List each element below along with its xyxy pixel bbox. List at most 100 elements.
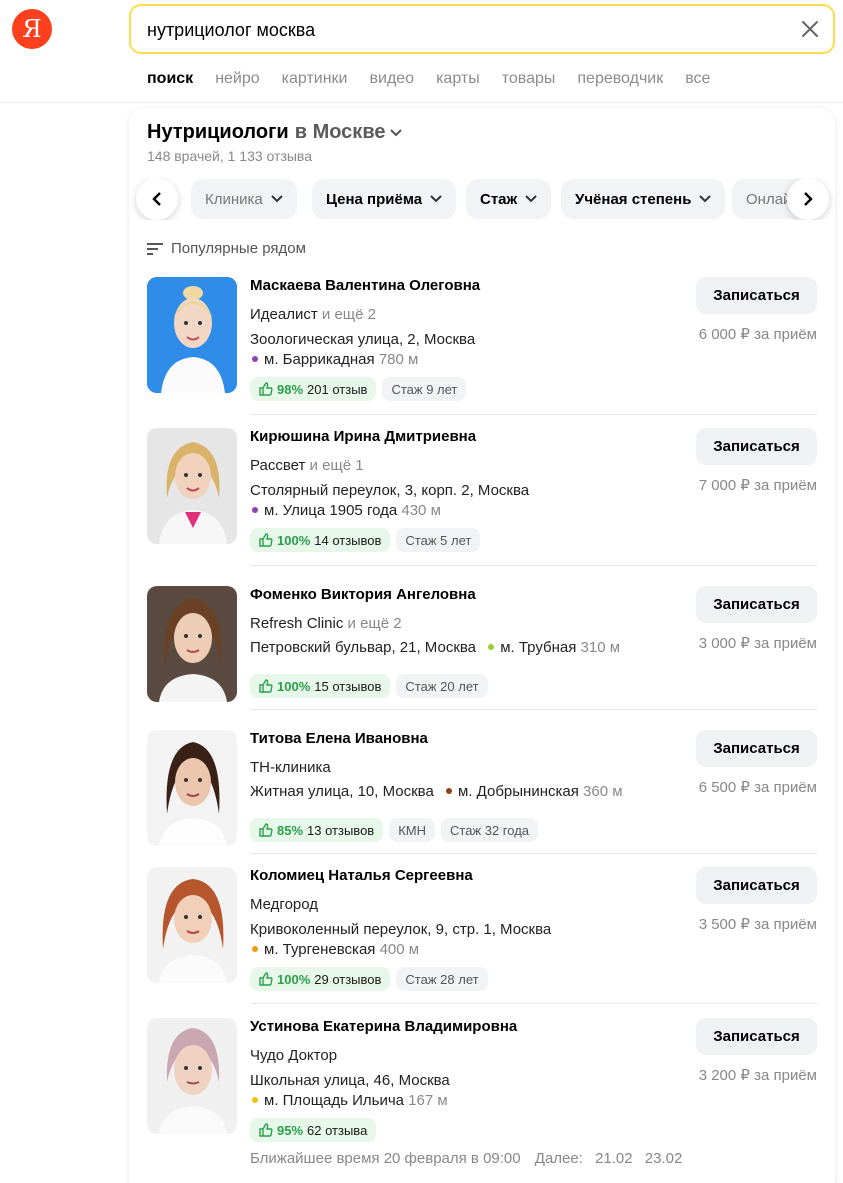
row-divider — [250, 709, 817, 710]
row-divider — [250, 1003, 817, 1004]
rating-badge[interactable]: 100% 14 отзывов — [250, 528, 391, 552]
slot-date[interactable]: 23.02 — [645, 1150, 683, 1167]
search-box[interactable] — [129, 4, 835, 54]
experience-badge: Стаж 9 лет — [382, 377, 467, 401]
doctors-card: Нутрициологи в Москве 148 врачей, 1 133 … — [129, 108, 835, 1183]
doctor-name[interactable]: Коломиец Наталья Сергеевна — [250, 867, 473, 884]
doctor-photo[interactable] — [147, 730, 237, 846]
header-divider — [0, 102, 843, 103]
nearest-slot[interactable]: Ближайшее время 20 февраля в 09:00 — [250, 1150, 521, 1167]
filter-label: Клиника — [205, 190, 263, 208]
experience-badge: Стаж 20 лет — [396, 674, 488, 698]
book-button[interactable]: Записаться — [696, 428, 817, 465]
row-divider — [250, 853, 817, 854]
doctor-clinic[interactable]: Чудо Доктор — [250, 1047, 337, 1064]
thumbs-up-icon — [259, 823, 273, 837]
filter-label: Цена приёма — [326, 190, 423, 208]
card-title-city[interactable]: в Москве — [295, 121, 386, 144]
doctor-photo[interactable] — [147, 428, 237, 544]
metro-line-icon — [252, 356, 258, 363]
sort-icon — [147, 242, 163, 255]
doctor-metro: м. Баррикадная 780 м — [250, 351, 418, 368]
experience-badge: Стаж 28 лет — [396, 967, 488, 991]
tab-neuro[interactable]: нейро — [215, 68, 259, 90]
chevron-right-icon — [804, 192, 813, 206]
filter-bar: Клиника Цена приёма Стаж Учёная степень … — [129, 178, 835, 220]
rating-badge[interactable]: 100% 15 отзывов — [250, 674, 391, 698]
search-tabs: поиск нейро картинки видео карты товары … — [147, 68, 732, 90]
rating-badge[interactable]: 95% 62 отзыва — [250, 1118, 377, 1142]
thumbs-up-icon — [259, 382, 273, 396]
search-input[interactable] — [147, 18, 767, 42]
slot-date[interactable]: 21.02 — [595, 1150, 633, 1167]
doctor-clinic[interactable]: Рассвет и ещё 1 — [250, 457, 364, 474]
filter-experience[interactable]: Стаж — [466, 179, 552, 219]
book-button[interactable]: Записаться — [696, 586, 817, 623]
scroll-left-button[interactable] — [136, 178, 178, 220]
tab-video[interactable]: видео — [370, 68, 415, 90]
book-button[interactable]: Записаться — [696, 730, 817, 767]
clear-icon[interactable] — [799, 18, 821, 40]
tab-images[interactable]: картинки — [282, 68, 348, 90]
doctor-address-metro: Петровский бульвар, 21, Москва м. Трубна… — [250, 639, 621, 656]
doctor-clinic[interactable]: Refresh Clinic и ещё 2 — [250, 615, 402, 632]
chevron-down-icon — [271, 195, 283, 203]
chevron-left-icon — [152, 192, 161, 206]
card-title[interactable]: Нутрициологи в Москве — [147, 121, 403, 144]
doctor-clinic[interactable]: ТН-клиника — [250, 759, 331, 776]
metro-line-icon — [252, 1097, 258, 1104]
doctor-clinic[interactable]: Медгород — [250, 896, 318, 913]
degree-badge: КМН — [389, 818, 435, 842]
book-button[interactable]: Записаться — [696, 867, 817, 904]
doctor-metro: м. Улица 1905 года 430 м — [250, 502, 441, 519]
tab-all[interactable]: все — [685, 68, 710, 90]
tab-translator[interactable]: переводчик — [577, 68, 663, 90]
doctor-photo[interactable] — [147, 277, 237, 393]
yandex-logo[interactable]: Я — [12, 9, 52, 49]
metro-line-icon — [252, 507, 258, 514]
filter-clinic[interactable]: Клиника — [191, 179, 297, 219]
doctor-price: 3 200 ₽ за приём — [698, 1067, 817, 1084]
row-divider — [250, 565, 817, 566]
doctor-address-metro: Житная улица, 10, Москва м. Добрынинская… — [250, 783, 623, 800]
sort-selector[interactable]: Популярные рядом — [147, 240, 306, 257]
rating-badge[interactable]: 98% 201 отзыв — [250, 377, 377, 401]
thumbs-up-icon — [259, 972, 273, 986]
doctor-photo[interactable] — [147, 867, 237, 983]
book-button[interactable]: Записаться — [696, 1018, 817, 1055]
filter-price[interactable]: Цена приёма — [312, 179, 457, 219]
chevron-down-icon — [525, 195, 537, 203]
row-divider — [250, 414, 817, 415]
doctor-photo[interactable] — [147, 1018, 237, 1134]
doctor-name[interactable]: Устинова Екатерина Владимировна — [250, 1018, 517, 1035]
scroll-right-button[interactable] — [787, 178, 829, 220]
next-label: Далее: — [534, 1150, 583, 1167]
doctor-name[interactable]: Кирюшина Ирина Дмитриевна — [250, 428, 476, 445]
doctor-address: Кривоколенный переулок, 9, стр. 1, Москв… — [250, 921, 552, 938]
chevron-down-icon — [430, 195, 442, 203]
tab-goods[interactable]: товары — [502, 68, 556, 90]
filter-label: Учёная степень — [575, 190, 692, 208]
card-title-main: Нутрициологи — [147, 121, 289, 143]
book-button[interactable]: Записаться — [696, 277, 817, 314]
tab-search[interactable]: поиск — [147, 68, 193, 90]
doctor-photo[interactable] — [147, 586, 237, 702]
doctor-clinic[interactable]: Идеалист и ещё 2 — [250, 306, 376, 323]
rating-badge[interactable]: 85% 13 отзывов — [250, 818, 384, 842]
thumbs-up-icon — [259, 679, 273, 693]
filter-degree[interactable]: Учёная степень — [561, 179, 726, 219]
rating-badge[interactable]: 100% 29 отзывов — [250, 967, 391, 991]
doctor-name[interactable]: Фоменко Виктория Ангеловна — [250, 586, 476, 603]
card-subtitle: 148 врачей, 1 133 отзыва — [147, 148, 312, 164]
doctor-price: 3 500 ₽ за приём — [698, 916, 817, 933]
doctor-name[interactable]: Маскаева Валентина Олеговна — [250, 277, 480, 294]
tab-maps[interactable]: карты — [436, 68, 480, 90]
thumbs-up-icon — [259, 1123, 273, 1137]
doctor-metro: м. Тургеневская 400 м — [250, 941, 419, 958]
doctor-name[interactable]: Титова Елена Ивановна — [250, 730, 428, 747]
doctor-price: 7 000 ₽ за приём — [698, 477, 817, 494]
doctor-address: Школьная улица, 46, Москва — [250, 1072, 450, 1089]
chevron-down-icon[interactable] — [390, 128, 403, 137]
filter-label: Стаж — [480, 190, 518, 208]
doctor-price: 6 000 ₽ за приём — [698, 326, 817, 343]
